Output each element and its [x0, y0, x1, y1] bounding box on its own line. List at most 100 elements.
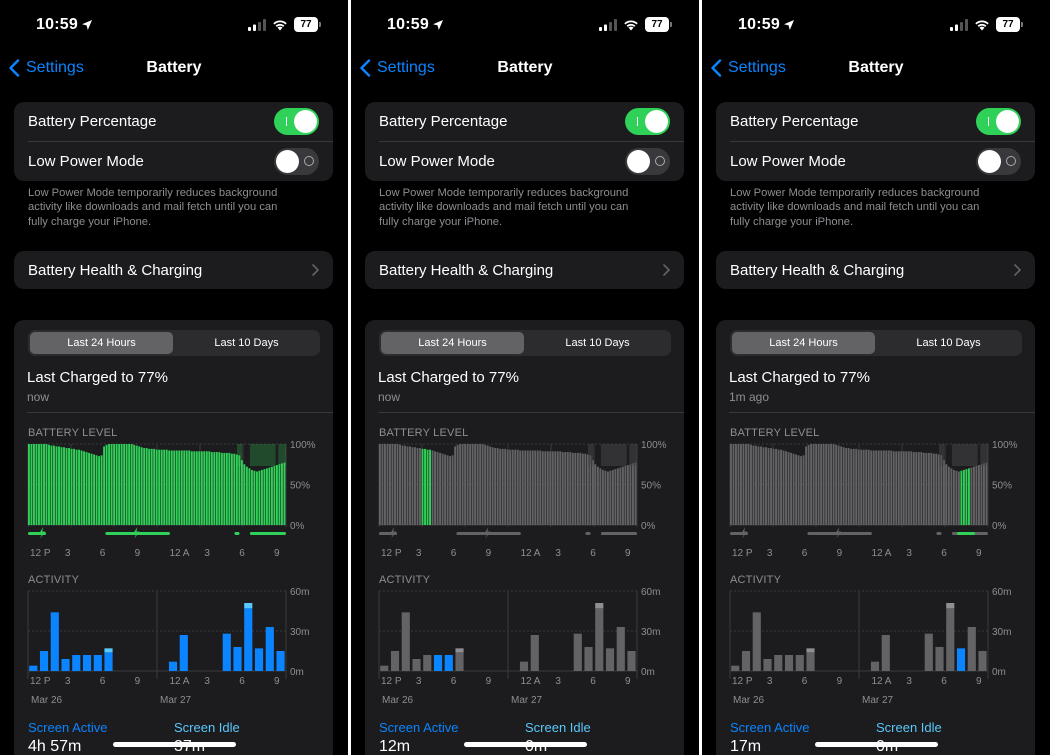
battery-level-bar	[606, 471, 609, 525]
activity-idle-bar	[104, 648, 113, 653]
screen-active-value: 4h 57m	[28, 738, 82, 755]
battery-level-bar	[260, 469, 263, 525]
battery-icon: 77	[645, 17, 672, 32]
battery-level-bar	[504, 448, 507, 525]
battery-level-bar	[780, 449, 783, 525]
battery-level-bar	[882, 450, 885, 525]
battery-level-bar	[391, 444, 394, 525]
battery-x-tick: 9	[486, 548, 492, 559]
toggle-group: Battery Percentage Low Power Mode	[716, 102, 1035, 181]
screen-active-label: Screen Active	[28, 720, 108, 735]
activity-date-label: Mar 27	[862, 695, 894, 706]
battery-level-bar	[765, 447, 767, 525]
battery-x-tick: 9	[837, 548, 843, 559]
battery-level-bar	[185, 450, 188, 525]
charging-indicator	[957, 532, 976, 535]
battery-level-bar	[591, 460, 594, 525]
battery-level-bar	[263, 469, 266, 525]
charging-indicator	[234, 532, 240, 535]
battery-level-bar	[175, 450, 178, 525]
battery-level-bar	[614, 469, 617, 525]
battery-level-bar	[466, 444, 469, 525]
battery-level-bar	[30, 444, 33, 525]
battery-level-bar	[83, 451, 86, 525]
activity-x-tick: 6	[451, 676, 457, 687]
activity-bar	[401, 612, 410, 671]
battery-percentage-row: Battery Percentage	[716, 102, 1035, 140]
battery-x-tick: 6	[802, 548, 808, 559]
battery-level-bar	[735, 444, 737, 525]
battery-level-bar	[860, 449, 863, 525]
battery-x-tick: 6	[590, 548, 596, 559]
battery-x-tick: 9	[976, 548, 982, 559]
battery-level-bar	[980, 464, 983, 525]
battery-x-tick: 12 P	[381, 548, 402, 559]
battery-level-bar	[384, 444, 386, 525]
battery-level-bar	[115, 444, 118, 525]
cellular-signal-icon	[599, 19, 617, 31]
status-time: 10:59	[387, 16, 429, 33]
battery-level-bar	[524, 450, 527, 525]
battery-level-bar	[747, 444, 750, 525]
battery-level-bar	[130, 444, 133, 525]
low-power-mode-toggle[interactable]	[976, 148, 1021, 175]
battery-level-bar	[787, 452, 790, 525]
battery-level-bar	[113, 444, 116, 525]
activity-bar	[72, 655, 81, 671]
navigation-bar: Settings Battery	[0, 56, 348, 80]
activity-bar	[806, 652, 815, 671]
battery-health-row[interactable]: Battery Health & Charging	[365, 251, 684, 289]
home-indicator	[464, 742, 587, 747]
activity-y-tick: 0m	[992, 667, 1006, 678]
battery-level-bar	[975, 465, 978, 525]
battery-percentage-row: Battery Percentage	[14, 102, 333, 140]
battery-level-bar	[28, 444, 30, 525]
low-power-mode-toggle[interactable]	[274, 148, 319, 175]
battery-level-bar	[414, 447, 416, 525]
battery-level-bar	[737, 444, 740, 525]
page-title: Battery	[497, 59, 553, 76]
battery-level-bar	[890, 450, 893, 525]
activity-x-tick: 12 P	[381, 676, 402, 687]
battery-level-bar	[283, 462, 286, 525]
battery-level-bar	[451, 455, 454, 525]
battery-x-tick: 9	[625, 548, 631, 559]
battery-percentage-toggle[interactable]	[625, 108, 670, 135]
activity-bar	[584, 647, 593, 671]
battery-health-row[interactable]: Battery Health & Charging	[14, 251, 333, 289]
battery-level-bar	[120, 444, 123, 525]
battery-level-bar	[539, 450, 542, 525]
battery-level-bar	[459, 444, 462, 525]
battery-level-bar	[907, 451, 910, 525]
battery-level-bar	[193, 451, 196, 525]
battery-y-tick: 0%	[641, 521, 656, 532]
screen-active-label: Screen Active	[379, 720, 459, 735]
battery-health-row[interactable]: Battery Health & Charging	[716, 251, 1035, 289]
activity-bar	[752, 612, 761, 671]
battery-level-bar	[268, 467, 271, 525]
phone-screenshot: 10:59 77 Settings Battery Battery Percen…	[0, 0, 348, 755]
low-power-mode-toggle[interactable]	[625, 148, 670, 175]
battery-level-bar	[957, 471, 960, 525]
wifi-icon	[273, 20, 287, 31]
battery-level-bar	[70, 448, 73, 525]
battery-level-bar	[78, 449, 81, 525]
battery-level-bar	[892, 451, 895, 525]
battery-level-bar	[967, 468, 970, 525]
battery-level-bar	[812, 444, 815, 525]
activity-bar	[924, 633, 933, 671]
charging-zone	[236, 444, 243, 466]
battery-level-bar	[223, 452, 226, 525]
battery-level-bar	[511, 449, 514, 525]
battery-level-bar	[556, 451, 559, 525]
activity-x-tick: 6	[100, 676, 106, 687]
battery-x-tick: 9	[135, 548, 141, 559]
battery-percentage-toggle[interactable]	[976, 108, 1021, 135]
location-arrow-icon	[784, 20, 794, 30]
battery-level-bar	[541, 451, 544, 525]
battery-percentage-toggle[interactable]	[274, 108, 319, 135]
battery-y-tick: 0%	[992, 521, 1007, 532]
battery-level-bar	[925, 452, 928, 525]
battery-level-bar	[33, 444, 35, 525]
battery-level-bar	[218, 452, 221, 525]
